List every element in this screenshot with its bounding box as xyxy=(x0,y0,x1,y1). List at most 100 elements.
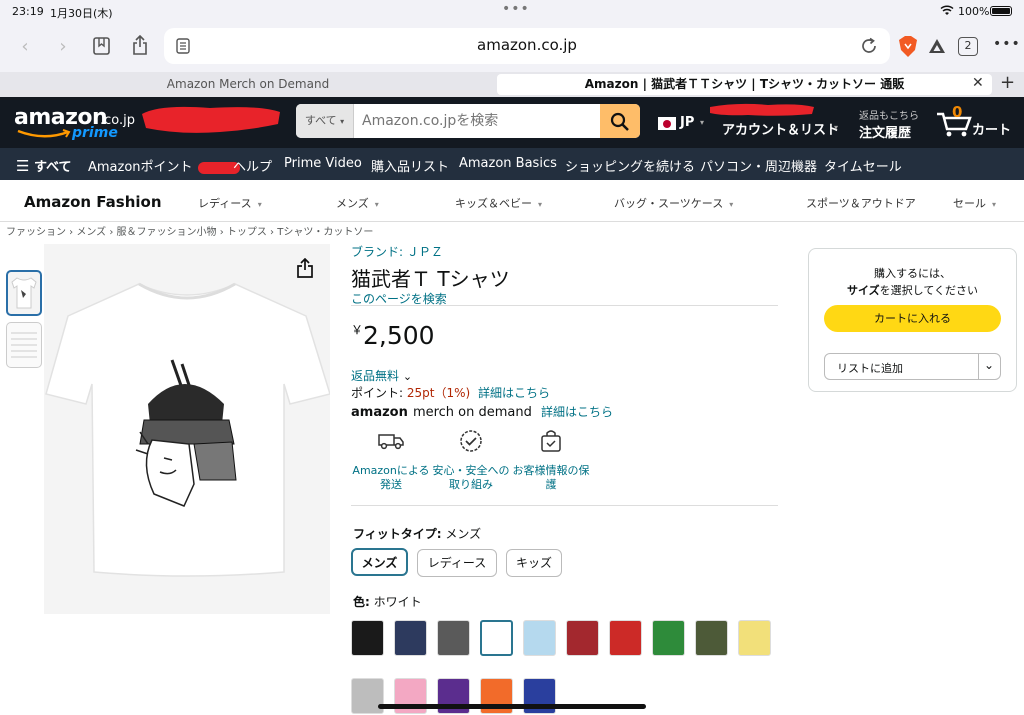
fit-option-kids[interactable]: キッズ xyxy=(506,549,562,577)
subnav-pc[interactable]: パソコン・周辺機器 xyxy=(700,156,817,175)
cart-label: カート xyxy=(972,123,1012,138)
color-swatch[interactable] xyxy=(695,620,728,656)
all-menu-button[interactable]: ☰ すべて xyxy=(16,156,72,175)
color-swatch[interactable] xyxy=(351,620,384,656)
color-swatch[interactable] xyxy=(738,620,771,656)
japan-flag-icon xyxy=(658,117,676,130)
subnav-points[interactable]: Amazonポイント xyxy=(88,156,240,175)
color-swatch[interactable] xyxy=(480,620,513,656)
url-text[interactable]: amazon.co.jp xyxy=(164,36,890,54)
back-icon[interactable]: ‹ xyxy=(12,34,38,60)
subnav-time-sale[interactable]: タイムセール xyxy=(824,156,902,175)
fashion-mens[interactable]: メンズ ▾ xyxy=(336,195,379,211)
merch-on-demand-row: amazon merch on demand 詳細はこちら xyxy=(351,401,613,420)
free-returns-label: 返品無料 xyxy=(351,369,400,383)
fashion-kids[interactable]: キッズ＆ベビー ▾ xyxy=(455,195,542,211)
list-dropdown-icon[interactable]: ⌄ xyxy=(984,358,994,372)
merch-logo-amazon: amazon xyxy=(351,405,408,420)
share-icon[interactable] xyxy=(132,35,148,55)
color-swatch[interactable] xyxy=(394,620,427,656)
fashion-brand[interactable]: Amazon Fashion xyxy=(24,193,162,211)
product-image[interactable] xyxy=(44,244,330,614)
color-swatch[interactable] xyxy=(437,620,470,656)
breadcrumb[interactable]: ファッション › メンズ › 服＆ファッション小物 › トップス › Tシャツ・… xyxy=(6,223,373,238)
fashion-item-label: キッズ＆ベビー xyxy=(455,197,532,210)
tab-count-button[interactable]: 2 xyxy=(958,37,978,56)
free-returns[interactable]: 返品無料 ⌄ xyxy=(351,367,412,384)
subnav-help[interactable]: ヘルプ xyxy=(233,156,272,175)
account-lists[interactable]: アカウント＆リスト ▾ xyxy=(708,102,848,142)
tshirt-thumb-icon xyxy=(11,277,37,309)
add-to-list-button[interactable]: リストに追加 ⌄ xyxy=(824,353,1001,380)
color-swatch[interactable] xyxy=(523,620,556,656)
fit-option-ladies[interactable]: レディース xyxy=(417,549,497,577)
merch-details-link[interactable]: 詳細はこちら xyxy=(541,405,613,419)
thumbnail-1[interactable] xyxy=(6,270,42,316)
subnav-purchase-list[interactable]: 購入品リスト xyxy=(371,156,449,175)
redacted-name xyxy=(710,103,814,116)
amazon-logo[interactable]: amazon .co.jp prime xyxy=(12,105,135,143)
buy-box-line2: サイズを選択してください xyxy=(809,282,1016,298)
color-swatch[interactable] xyxy=(652,620,685,656)
divider xyxy=(351,505,778,506)
buy-box-line1: 購入するには、 xyxy=(874,267,951,280)
search-input[interactable] xyxy=(356,104,600,138)
tab-label: Amazon Merch on Demand xyxy=(166,77,330,91)
fit-type-row: フィットタイプ: メンズ xyxy=(353,525,481,542)
search-category-select[interactable]: すべて ▾ xyxy=(296,104,354,138)
reload-icon[interactable] xyxy=(860,37,878,55)
fashion-sale[interactable]: セール ▾ xyxy=(953,195,996,211)
fit-type-value: メンズ xyxy=(445,527,482,541)
address-bar[interactable]: amazon.co.jp xyxy=(164,28,890,64)
subnav-prime-video[interactable]: Prime Video xyxy=(284,156,362,171)
multitask-dots-icon[interactable]: ••• xyxy=(502,1,530,17)
hamburger-icon: ☰ xyxy=(16,157,30,175)
home-indicator[interactable] xyxy=(378,704,646,709)
fashion-item-label: セール xyxy=(953,197,986,210)
color-label: 色: xyxy=(353,595,370,609)
more-options-icon[interactable]: ••• xyxy=(993,36,1021,52)
tab-amazon-product[interactable]: Amazon | 猫武者ＴＴシャツ | Tシャツ・カットソー 通販 xyxy=(497,74,992,95)
buy-box: 購入するには、 サイズを選択してください カートに入れる リストに追加 ⌄ xyxy=(808,248,1017,392)
tab-merch[interactable]: Amazon Merch on Demand xyxy=(0,74,496,95)
subnav-amazon-basics[interactable]: Amazon Basics xyxy=(459,156,557,171)
add-to-cart-button[interactable]: カートに入れる xyxy=(824,305,1001,332)
subnav-continue-shopping[interactable]: ショッピングを続ける xyxy=(565,156,695,175)
fashion-sports[interactable]: スポーツ＆アウトドア xyxy=(806,195,916,211)
tab-bar: Amazon Merch on Demand Amazon | 猫武者ＴＴシャツ… xyxy=(0,72,1024,97)
color-swatch[interactable] xyxy=(566,620,599,656)
new-tab-icon[interactable]: + xyxy=(1000,72,1015,93)
redacted-address[interactable] xyxy=(140,102,283,137)
close-tab-icon[interactable]: ✕ xyxy=(972,75,984,91)
fashion-item-label: メンズ xyxy=(336,197,369,210)
fashion-ladies[interactable]: レディース ▾ xyxy=(198,195,262,211)
points-label: ポイント: xyxy=(351,386,404,400)
lock-bag-icon xyxy=(541,430,561,452)
brand-link[interactable]: ブランド: ＪＰＺ xyxy=(351,243,443,260)
search-button[interactable] xyxy=(600,104,640,138)
forward-icon[interactable]: › xyxy=(50,34,76,60)
logo-prime: prime xyxy=(72,125,118,141)
status-time: 23:19 xyxy=(12,5,44,18)
search-category-label: すべて xyxy=(304,114,337,127)
buy-box-line2-rest: を選択してください xyxy=(879,284,978,297)
bookmarks-icon[interactable] xyxy=(93,37,110,55)
fit-option-mens[interactable]: メンズ xyxy=(351,548,408,576)
subnav-label: Amazonポイント xyxy=(88,160,193,175)
thumbnail-2[interactable] xyxy=(6,322,42,368)
points-details-link[interactable]: 詳細はこちら xyxy=(478,386,550,400)
fashion-bags[interactable]: バッグ・スーツケース ▾ xyxy=(614,195,733,211)
divider xyxy=(351,305,778,306)
color-swatch[interactable] xyxy=(609,620,642,656)
all-menu-label: すべて xyxy=(33,160,72,175)
rewards-triangle-icon[interactable] xyxy=(928,38,946,54)
image-share-icon[interactable] xyxy=(296,258,314,278)
brave-shield-icon[interactable] xyxy=(899,36,917,57)
search-icon xyxy=(610,112,629,131)
cart-button[interactable]: 0 カート xyxy=(936,103,1016,143)
buy-box-size-word: サイズ xyxy=(846,284,880,297)
wifi-icon xyxy=(940,5,954,15)
account-label: アカウント＆リスト xyxy=(722,123,840,138)
feature-label: 安心・安全への取り組み xyxy=(432,464,510,491)
returns-orders[interactable]: 返品もこちら 注文履歴 xyxy=(859,107,919,141)
